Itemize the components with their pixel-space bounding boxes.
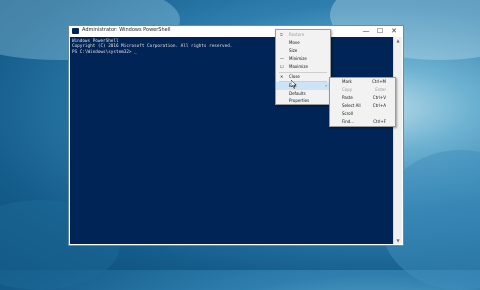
- maximize-button[interactable]: ☐: [373, 26, 387, 37]
- menu-item-size[interactable]: Size: [276, 47, 330, 55]
- edit-item-mark[interactable]: Mark Ctrl+M: [330, 78, 395, 86]
- close-button[interactable]: ✕: [387, 26, 401, 37]
- console-area[interactable]: Windows PowerShell Copyright (C) 2016 Mi…: [70, 37, 394, 244]
- mouse-pointer-icon: [291, 80, 297, 89]
- submenu-arrow-icon: ›: [325, 83, 327, 88]
- scroll-up-icon[interactable]: ▲: [394, 37, 402, 44]
- menu-item-close[interactable]: ✕ Close: [276, 73, 330, 81]
- title-bar[interactable]: Administrator: Windows PowerShell — ☐ ✕: [69, 26, 403, 37]
- edit-item-find[interactable]: Find... Ctrl+F: [330, 118, 395, 126]
- minimize-icon: —: [280, 56, 284, 61]
- maximize-icon: ☐: [280, 64, 284, 69]
- close-icon: ✕: [280, 74, 284, 79]
- restore-icon: ⧉: [280, 32, 283, 37]
- console-prompt: PS C:\Windows\system32> _: [72, 49, 137, 55]
- edit-item-copy[interactable]: Copy Enter: [330, 86, 395, 94]
- edit-item-select-all[interactable]: Select All Ctrl+A: [330, 102, 395, 110]
- menu-item-restore[interactable]: ⧉ Restore: [276, 31, 330, 39]
- menu-item-move[interactable]: Move: [276, 39, 330, 47]
- powershell-icon[interactable]: [72, 28, 79, 34]
- edit-item-scroll[interactable]: Scroll: [330, 110, 395, 118]
- window-title: Administrator: Windows PowerShell: [82, 27, 171, 33]
- menu-item-properties[interactable]: Properties: [276, 97, 330, 105]
- menu-item-minimize[interactable]: — Minimize: [276, 55, 330, 63]
- menu-item-edit[interactable]: Edit ›: [276, 82, 330, 90]
- scroll-down-icon[interactable]: ▼: [394, 237, 402, 244]
- menu-item-maximize[interactable]: ☐ Maximize: [276, 63, 330, 71]
- system-menu: ⧉ Restore Move Size — Minimize ☐ Maximiz…: [275, 29, 331, 105]
- vertical-scrollbar[interactable]: ▲ ▼: [393, 37, 402, 244]
- minimize-button[interactable]: —: [359, 26, 373, 37]
- edit-submenu: Mark Ctrl+M Copy Enter Paste Ctrl+V Sele…: [329, 77, 396, 127]
- edit-item-paste[interactable]: Paste Ctrl+V: [330, 94, 395, 102]
- powershell-window[interactable]: Administrator: Windows PowerShell — ☐ ✕ …: [68, 25, 404, 246]
